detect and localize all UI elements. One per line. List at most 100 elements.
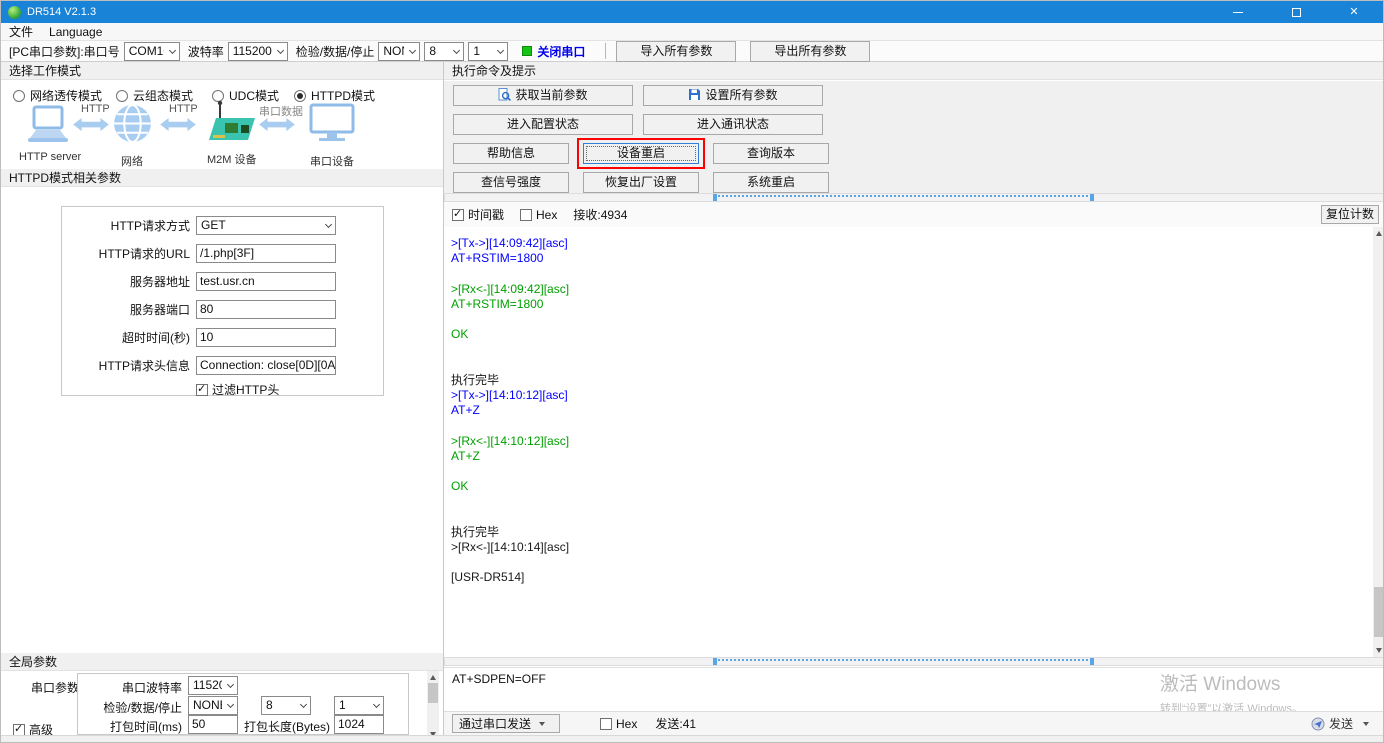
global-databits-value: 8 <box>266 697 273 714</box>
minimize-button[interactable] <box>1209 1 1267 23</box>
work-mode-header: 选择工作模式 <box>1 62 443 80</box>
send-input-area[interactable]: AT+SDPEN=OFF <box>444 667 1384 711</box>
parity-select[interactable]: NONI <box>378 42 420 61</box>
server-port-input[interactable]: 80 <box>196 300 336 319</box>
get-current-params-button[interactable]: 获取当前参数 <box>453 85 633 106</box>
radio-icon <box>116 90 128 102</box>
maximize-icon <box>1292 8 1301 17</box>
global-parity-select[interactable]: NONE <box>188 696 238 715</box>
send-button-label: 发送 <box>1329 715 1353 732</box>
serial-device-label: 串口设备 <box>310 153 354 169</box>
server-address-label: 服务器地址 <box>62 273 190 290</box>
send-via-serial-dropdown[interactable]: 通过串口发送 <box>452 714 560 733</box>
http-method-select[interactable]: GET <box>196 216 336 235</box>
arrow-icon <box>73 117 109 135</box>
log-scrollbar[interactable] <box>1373 227 1384 657</box>
enter-comm-state-button[interactable]: 进入通讯状态 <box>643 114 823 135</box>
global-params-panel: 串口参数 串口波特率 115200 检验/数据/停止 NONE 8 1 打包时间… <box>1 671 443 743</box>
checkbox-checked-icon <box>196 384 208 396</box>
chevron-down-icon <box>1363 722 1369 726</box>
parity-value: NONI <box>383 43 404 60</box>
close-port-button[interactable]: 关闭串口 <box>537 43 585 60</box>
timeout-label: 超时时间(秒) <box>62 329 190 346</box>
set-all-params-button[interactable]: 设置所有参数 <box>643 85 823 106</box>
app-window: DR514 V2.1.3 ✕ 文件 Language [PC串口参数]:串口号 … <box>0 0 1384 743</box>
com-port-select[interactable]: COM10 <box>124 42 180 61</box>
databits-select[interactable]: 8 <box>424 42 464 61</box>
log-toolbar: 时间戳 Hex 接收:4934 复位计数 <box>444 202 1384 227</box>
radio-icon <box>13 90 25 102</box>
m2m-device-icon <box>205 99 257 148</box>
query-version-button[interactable]: 查询版本 <box>713 143 829 164</box>
chevron-down-icon <box>453 46 460 53</box>
server-address-input[interactable]: test.usr.cn <box>196 272 336 291</box>
horizontal-scrollbar-bottom[interactable] <box>444 657 1384 666</box>
global-stopbits-select[interactable]: 1 <box>334 696 384 715</box>
stopbits-select[interactable]: 1 <box>468 42 508 61</box>
baud-select[interactable]: 115200 <box>228 42 288 61</box>
send-hex-checkbox[interactable]: Hex <box>600 717 637 731</box>
work-mode-panel: 网络透传模式 云组态模式 UDC模式 HTTPD模式 HTTP HTTP 串口数… <box>1 81 443 169</box>
enter-config-state-button[interactable]: 进入配置状态 <box>453 114 633 135</box>
global-stopbits-value: 1 <box>339 697 346 714</box>
app-icon <box>8 6 21 19</box>
log-output-area[interactable]: >[Tx->][14:09:42][asc] AT+RSTIM=1800 >[R… <box>444 227 1373 657</box>
scrollbar-thumb[interactable] <box>1374 587 1384 637</box>
system-restart-button[interactable]: 系统重启 <box>713 172 829 193</box>
reset-counter-button[interactable]: 复位计数 <box>1321 205 1379 224</box>
checkbox-icon <box>520 209 532 221</box>
factory-reset-button[interactable]: 恢复出厂设置 <box>583 172 699 193</box>
export-params-button[interactable]: 导出所有参数 <box>750 41 870 62</box>
send-icon <box>1311 717 1325 731</box>
scrollbar-thumb[interactable] <box>715 195 1092 200</box>
menu-file[interactable]: 文件 <box>1 23 41 40</box>
close-button[interactable]: ✕ <box>1325 1 1383 23</box>
checkbox-label: 时间戳 <box>468 208 504 222</box>
filter-http-header-checkbox[interactable]: 过滤HTTP头 <box>196 381 279 398</box>
global-baud-select[interactable]: 115200 <box>188 676 238 695</box>
chevron-down-icon <box>300 701 307 708</box>
horizontal-scrollbar-top[interactable] <box>444 193 1384 202</box>
menu-bar: 文件 Language <box>1 23 1383 41</box>
log-line: OK <box>451 479 1373 494</box>
log-line: 执行完毕 <box>451 373 1373 388</box>
log-hex-checkbox[interactable]: Hex <box>520 208 557 222</box>
send-button[interactable]: 发送 <box>1311 715 1369 732</box>
toolbar-separator <box>605 43 606 59</box>
device-restart-button[interactable]: 设备重启 <box>583 143 699 164</box>
receive-counter: 接收:4934 <box>573 206 627 223</box>
menu-language[interactable]: Language <box>41 25 110 39</box>
log-line <box>451 418 1373 433</box>
http-server-icon <box>25 105 71 150</box>
radio-network-transparent-mode[interactable]: 网络透传模式 <box>13 87 102 104</box>
scrollbar-thumb[interactable] <box>715 659 1092 664</box>
scroll-down-icon <box>1376 648 1382 653</box>
send-input-value: AT+SDPEN=OFF <box>452 672 546 686</box>
maximize-button[interactable] <box>1267 1 1325 23</box>
radio-label: HTTPD模式 <box>311 89 375 103</box>
radio-httpd-mode[interactable]: HTTPD模式 <box>294 87 375 104</box>
radio-cloud-scada-mode[interactable]: 云组态模式 <box>116 87 193 104</box>
pack-time-input[interactable]: 50 <box>188 715 238 734</box>
httpd-params-box: HTTP请求方式 GET HTTP请求的URL /1.php[3F] 服务器地址… <box>61 206 384 396</box>
radio-label: 云组态模式 <box>133 89 193 103</box>
log-line: AT+RSTIM=1800 <box>451 297 1373 312</box>
baud-label: 波特率 <box>188 43 224 60</box>
pack-length-input[interactable]: 1024 <box>334 715 384 734</box>
query-signal-strength-button[interactable]: 查信号强度 <box>453 172 569 193</box>
log-line: AT+Z <box>451 403 1373 418</box>
close-icon: ✕ <box>1349 7 1358 18</box>
serial-toolbar: [PC串口参数]:串口号 COM10 波特率 115200 检验/数据/停止 N… <box>1 41 1383 62</box>
http-url-input[interactable]: /1.php[3F] <box>196 244 336 263</box>
import-params-button[interactable]: 导入所有参数 <box>616 41 736 62</box>
timestamp-checkbox[interactable]: 时间戳 <box>452 206 504 223</box>
global-params-scrollbar[interactable] <box>427 671 439 741</box>
global-databits-select[interactable]: 8 <box>261 696 311 715</box>
timeout-input[interactable]: 10 <box>196 328 336 347</box>
serial-params-label: 串口参数 <box>31 679 79 696</box>
request-header-input[interactable]: Connection: close[0D][0A] <box>196 356 336 375</box>
com-port-value: COM10 <box>129 43 164 60</box>
help-info-button[interactable]: 帮助信息 <box>453 143 569 164</box>
log-line: AT+RSTIM=1800 <box>451 251 1373 266</box>
link-http-2-label: HTTP <box>169 103 198 115</box>
